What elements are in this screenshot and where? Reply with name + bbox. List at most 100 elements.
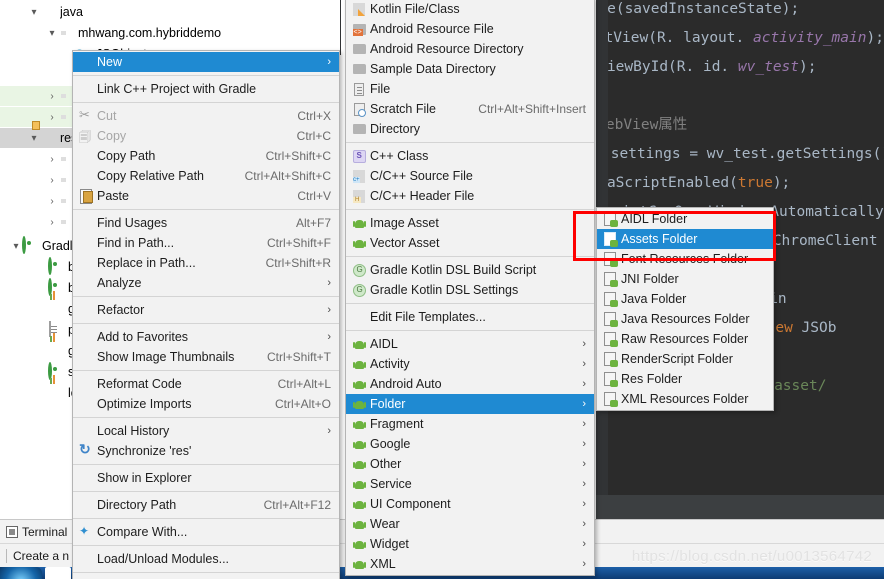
folder-submenu-item-assets-folder[interactable]: Assets Folder xyxy=(597,229,773,249)
new-submenu-item-widget-icon xyxy=(350,538,368,551)
new-submenu-item-fragment[interactable]: Fragment › xyxy=(346,414,594,434)
new-submenu-item-ui-component[interactable]: UI Component › xyxy=(346,494,594,514)
folder-submenu[interactable]: AIDL Folder Assets Folder Font Resources F… xyxy=(596,207,774,411)
new-submenu-item-widget[interactable]: Widget › xyxy=(346,534,594,554)
context-menu-item-directory-path[interactable]: Directory Path Ctrl+Alt+F12 xyxy=(73,495,339,515)
context-menu-item-find-in-path[interactable]: Find in Path... Ctrl+Shift+F xyxy=(73,233,339,253)
new-submenu-item-gradle-kotlin-dsl-settings-icon xyxy=(350,283,368,297)
context-menu-item-reformat-code[interactable]: Reformat Code Ctrl+Alt+L xyxy=(73,374,339,394)
code-line: WebSettings settings = wv_test.getSettin… xyxy=(596,147,884,162)
context-menu-item-paste-label: Paste xyxy=(97,189,129,203)
context-menu-item-compare-with[interactable]: Compare With... xyxy=(73,522,339,542)
context-menu-item-analyze[interactable]: Analyze › xyxy=(73,273,339,293)
new-submenu-item-c-c-header-file[interactable]: C/C++ Header File xyxy=(346,186,594,206)
chevron-right-icon: › xyxy=(582,458,586,470)
new-submenu-item-vector-asset[interactable]: Vector Asset xyxy=(346,233,594,253)
chart-icon xyxy=(48,385,64,401)
new-submenu-item-directory[interactable]: Directory xyxy=(346,119,594,139)
context-menu-item-link-c-project-with-gradle-label: Link C++ Project with Gradle xyxy=(97,82,257,96)
folder-submenu-item-xml-resources-folder[interactable]: XML Resources Folder xyxy=(597,389,773,409)
new-submenu-item-wear[interactable]: Wear › xyxy=(346,514,594,534)
tree-expander-icon[interactable]: › xyxy=(46,91,58,102)
tree-expander-icon[interactable]: › xyxy=(46,112,58,123)
folder-submenu-item-res-folder[interactable]: Res Folder xyxy=(597,369,773,389)
context-menu-item-copy[interactable]: Copy Ctrl+C xyxy=(73,126,339,149)
terminal-tool-button[interactable]: Terminal xyxy=(0,525,73,539)
new-submenu-item-gradle-kotlin-dsl-build-script[interactable]: Gradle Kotlin DSL Build Script xyxy=(346,260,594,280)
new-submenu[interactable]: Kotlin File/Class Android Resource File An… xyxy=(345,0,595,576)
new-submenu-item-xml[interactable]: XML › xyxy=(346,554,594,574)
new-submenu-item-other[interactable]: Other › xyxy=(346,454,594,474)
context-menu-item-show-in-explorer[interactable]: Show in Explorer xyxy=(73,468,339,488)
new-submenu-item-folder-icon xyxy=(350,398,368,411)
new-submenu-item-file[interactable]: File xyxy=(346,79,594,99)
folder-submenu-item-java-folder[interactable]: Java Folder xyxy=(597,289,773,309)
new-submenu-item-gradle-kotlin-dsl-settings[interactable]: Gradle Kotlin DSL Settings xyxy=(346,280,594,300)
new-submenu-item-android-resource-directory[interactable]: Android Resource Directory xyxy=(346,39,594,59)
tree-expander-icon[interactable]: ▾ xyxy=(28,7,40,18)
tree-expander-icon[interactable]: ▾ xyxy=(46,28,58,39)
new-submenu-item-file-icon xyxy=(350,82,368,96)
context-menu-item-replace-in-path[interactable]: Replace in Path... Ctrl+Shift+R xyxy=(73,253,339,273)
new-submenu-item-directory-icon xyxy=(350,124,368,134)
folderfile-icon xyxy=(604,292,618,307)
new-submenu-item-c-c-source-file[interactable]: C/C++ Source File xyxy=(346,166,594,186)
context-menu-item-copy-path[interactable]: Copy Path Ctrl+Shift+C xyxy=(73,146,339,166)
context-menu-item-new[interactable]: New › xyxy=(73,52,339,72)
folder-submenu-item-raw-resources-folder[interactable]: Raw Resources Folder xyxy=(597,329,773,349)
new-submenu-item-c-c-header-file-label: C/C++ Header File xyxy=(370,189,475,203)
new-submenu-item-activity[interactable]: Activity › xyxy=(346,354,594,374)
context-menu-item-cut[interactable]: Cut Ctrl+X xyxy=(73,106,339,126)
context-menu[interactable]: New › Link C++ Project with Gradle Cut Ctrl+… xyxy=(72,50,340,579)
new-submenu-item-android-resource-file[interactable]: Android Resource File xyxy=(346,19,594,39)
context-menu-item-copy-icon xyxy=(77,128,95,149)
context-menu-item-find-usages[interactable]: Find Usages Alt+F7 xyxy=(73,213,339,233)
tree-expander-icon[interactable]: › xyxy=(46,217,58,228)
context-menu-item-refactor[interactable]: Refactor › xyxy=(73,300,339,320)
folder-submenu-item-raw-resources-folder-label: Raw Resources Folder xyxy=(621,332,749,346)
folder-submenu-item-font-resources-folder[interactable]: Font Resources Folder xyxy=(597,249,773,269)
tree-expander-icon[interactable]: › xyxy=(46,196,58,207)
folderfile-icon xyxy=(604,372,618,387)
tree-row[interactable]: ▾ java xyxy=(0,2,340,22)
code-token: wv_test = findViewById(R. id. xyxy=(596,59,730,75)
tree-expander-icon[interactable]: ▾ xyxy=(28,133,40,144)
new-submenu-item-sample-data-directory[interactable]: Sample Data Directory xyxy=(346,59,594,79)
new-submenu-item-aidl[interactable]: AIDL › xyxy=(346,334,594,354)
new-submenu-item-kotlin-file-class-label: Kotlin File/Class xyxy=(370,2,460,16)
ide-screenshot: onCreate(savedInstanceState); setContentV… xyxy=(0,0,884,579)
context-menu-item-find-usages-shortcut: Alt+F7 xyxy=(295,216,331,230)
folder-submenu-item-jni-folder-label: JNI Folder xyxy=(621,272,679,286)
new-submenu-item-c-class[interactable]: C++ Class xyxy=(346,146,594,166)
start-button[interactable] xyxy=(0,567,42,579)
context-menu-item-show-image-thumbnails[interactable]: Show Image Thumbnails Ctrl+Shift+T xyxy=(73,347,339,367)
taskbar-item[interactable] xyxy=(45,567,71,579)
context-menu-item-load-unload-modules[interactable]: Load/Unload Modules... xyxy=(73,549,339,569)
new-submenu-item-image-asset[interactable]: Image Asset xyxy=(346,213,594,233)
context-menu-item-local-history[interactable]: Local History › xyxy=(73,421,339,441)
new-submenu-item-android-auto[interactable]: Android Auto › xyxy=(346,374,594,394)
context-menu-item-load-unload-modules-label: Load/Unload Modules... xyxy=(97,552,230,566)
tree-expander-icon[interactable]: › xyxy=(46,154,58,165)
context-menu-item-synchronize-res[interactable]: Synchronize 'res' xyxy=(73,441,339,461)
new-submenu-item-edit-file-templates[interactable]: Edit File Templates... xyxy=(346,307,594,327)
context-menu-item-paste[interactable]: Paste Ctrl+V xyxy=(73,186,339,206)
new-submenu-item-scratch-file[interactable]: Scratch File Ctrl+Alt+Shift+Insert xyxy=(346,99,594,119)
context-menu-item-add-to-favorites[interactable]: Add to Favorites › xyxy=(73,327,339,347)
new-submenu-item-folder[interactable]: Folder › xyxy=(346,394,594,414)
folder-submenu-item-java-resources-folder[interactable]: Java Resources Folder xyxy=(597,309,773,329)
tree-row[interactable]: ▾ mhwang.com.hybriddemo xyxy=(0,23,340,43)
folder-submenu-item-aidl-folder[interactable]: AIDL Folder xyxy=(597,209,773,229)
new-submenu-item-service[interactable]: Service › xyxy=(346,474,594,494)
folder-submenu-item-res-folder-label: Res Folder xyxy=(621,372,683,386)
tree-expander-icon[interactable]: › xyxy=(46,175,58,186)
context-menu-item-link-c-project-with-gradle[interactable]: Link C++ Project with Gradle xyxy=(73,79,339,99)
context-menu-item-optimize-imports[interactable]: Optimize Imports Ctrl+Alt+O xyxy=(73,394,339,414)
chevron-right-icon: › xyxy=(327,56,331,68)
new-submenu-item-google[interactable]: Google › xyxy=(346,434,594,454)
tree-expander-icon[interactable]: ▾ xyxy=(10,241,22,252)
folder-submenu-item-renderscript-folder[interactable]: RenderScript Folder xyxy=(597,349,773,369)
context-menu-item-copy-relative-path[interactable]: Copy Relative Path Ctrl+Alt+Shift+C xyxy=(73,166,339,186)
new-submenu-item-kotlin-file-class[interactable]: Kotlin File/Class xyxy=(346,0,594,19)
folder-submenu-item-jni-folder[interactable]: JNI Folder xyxy=(597,269,773,289)
